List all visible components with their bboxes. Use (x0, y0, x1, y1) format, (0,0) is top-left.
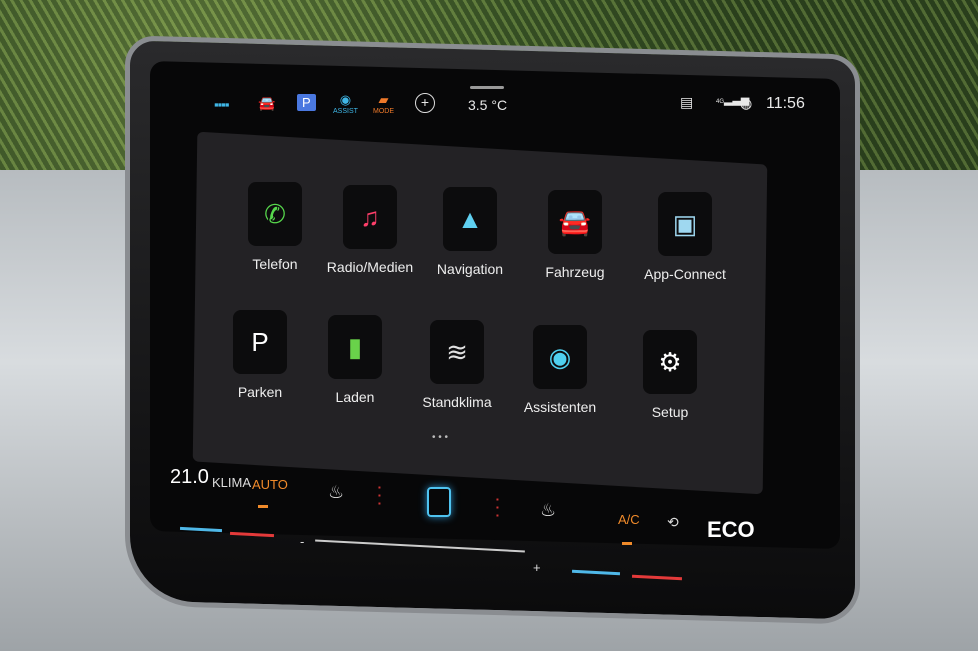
parking-icon[interactable]: P (297, 94, 316, 111)
app-assistenten[interactable]: ◉ Assistenten (505, 325, 615, 415)
phone-icon: ✆ (248, 182, 302, 246)
page-indicator[interactable]: • • • (432, 432, 448, 443)
app-telefon[interactable]: ✆ Telefon (220, 182, 330, 272)
cabin-temperature[interactable]: 21.0 (170, 466, 209, 489)
seat-heat-left-icon[interactable]: ♨ (328, 482, 344, 503)
fan-minus[interactable]: - (300, 534, 304, 549)
clock: 11:56 (766, 95, 805, 112)
app-label: App-Connect (644, 266, 726, 282)
ac-button[interactable]: A/C (618, 512, 640, 527)
klima-label[interactable]: KLIMA (212, 475, 251, 490)
fan-plus[interactable]: + (533, 560, 541, 575)
app-standklima[interactable]: ≋ Standklima (402, 320, 512, 410)
app-laden[interactable]: ▮ Laden (300, 315, 410, 405)
mode-label: MODE (373, 108, 394, 115)
app-label: Laden (335, 389, 375, 405)
app-parken[interactable]: P Parken (205, 310, 315, 400)
app-navigation[interactable]: ▲ Navigation (415, 187, 525, 277)
app-radio-medien[interactable]: ♫ Radio/Medien (315, 185, 425, 275)
climate-icon: ≋ (430, 320, 484, 384)
app-label: Setup (651, 404, 689, 420)
app-app-connect[interactable]: ▣ App-Connect (630, 192, 740, 282)
assist-icon: ◉ (533, 325, 587, 389)
navigation-arrow-icon: ▲ (443, 187, 497, 251)
app-label: Parken (237, 384, 283, 400)
seat-heat-left-level: ▪ ▪ ▪ (378, 483, 381, 508)
home-button[interactable] (427, 487, 451, 517)
eco-button[interactable]: ECO (707, 517, 755, 543)
app-label: Radio/Medien (326, 259, 414, 275)
app-setup[interactable]: ⚙ Setup (615, 330, 725, 420)
assist-icon[interactable]: ◉ ASSIST (333, 92, 358, 115)
parking-icon: P (233, 310, 287, 374)
app-fahrzeug[interactable]: 🚘 Fahrzeug (520, 190, 630, 280)
assist-label: ASSIST (333, 108, 358, 115)
gear-icon: ⚙ (643, 330, 697, 394)
app-grid-icon[interactable]: ▪▪▪▪ (214, 97, 229, 112)
auto-button[interactable]: AUTO (252, 477, 288, 492)
globe-icon: ◍ (740, 95, 753, 111)
charging-icon: ▮ (328, 315, 382, 379)
app-label: Navigation (436, 261, 504, 277)
app-label: Assistenten (523, 399, 597, 415)
auto-indicator (258, 505, 268, 508)
seat-heat-right-icon[interactable]: ♨ (540, 500, 556, 521)
car-icon[interactable]: 🚘 (258, 95, 275, 112)
app-connect-icon: ▣ (658, 192, 712, 256)
recirculation-icon[interactable]: ⟲ (667, 514, 679, 531)
message-icon[interactable]: ▤ (680, 94, 693, 111)
mode-icon[interactable]: ▰ MODE (373, 92, 394, 115)
seat-heat-right-level: ▪ ▪ ▪ (496, 495, 499, 520)
car-icon: 🚘 (548, 190, 602, 254)
ac-indicator (622, 542, 632, 545)
add-icon[interactable]: + (415, 93, 435, 113)
outside-temperature: 3.5 °C (468, 97, 508, 113)
music-icon: ♫ (343, 185, 397, 249)
app-label: Standklima (422, 394, 492, 410)
app-label: Telefon (252, 256, 298, 272)
app-label: Fahrzeug (545, 264, 605, 280)
drag-handle[interactable] (470, 86, 504, 89)
